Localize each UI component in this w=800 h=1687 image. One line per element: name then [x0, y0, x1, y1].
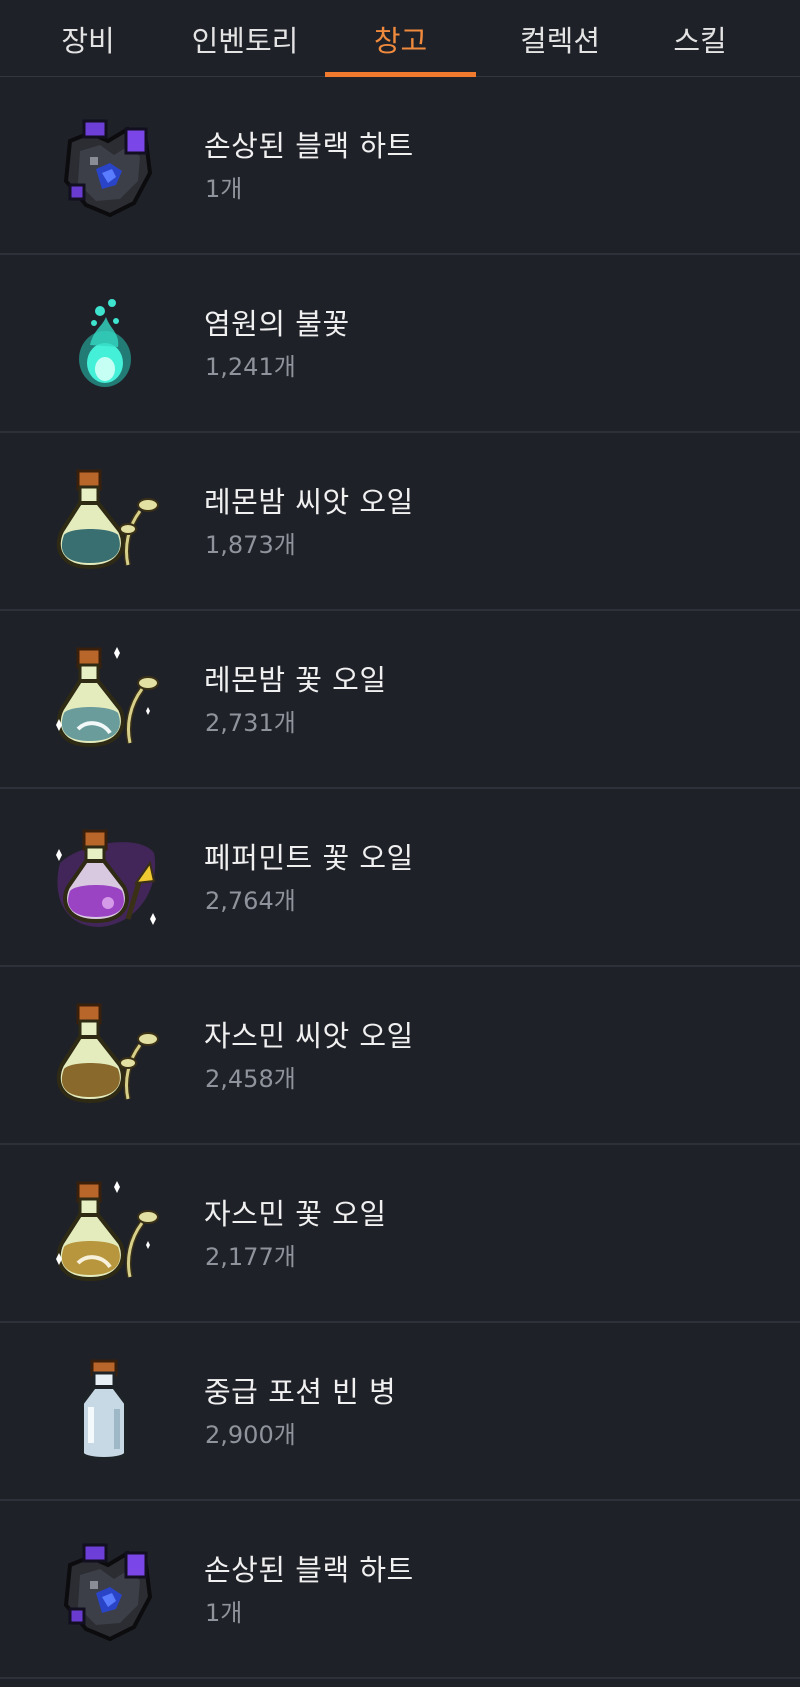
tab-collection[interactable]: 컬렉션 [480, 0, 640, 76]
tab-skill[interactable]: 스킬 [640, 0, 760, 76]
flower-oil-bottle-icon [50, 645, 160, 755]
storage-item-list: 손상된 블랙 하트 1개 염원의 불꽃 1,241개 레몬밤 씨앗 오일 1,8… [0, 77, 800, 1679]
list-item[interactable]: 손상된 블랙 하트 1개 [0, 77, 800, 255]
item-count: 1,873개 [205, 531, 296, 559]
list-item[interactable]: 자스민 씨앗 오일 2,458개 [0, 967, 800, 1145]
flame-icon [50, 289, 160, 399]
list-item[interactable]: 손상된 블랙 하트 1개 [0, 1501, 800, 1679]
item-name: 손상된 블랙 하트 [204, 1553, 414, 1587]
peppermint-oil-bottle-icon [50, 823, 160, 933]
empty-potion-bottle-icon [50, 1357, 160, 1467]
item-count: 2,764개 [205, 887, 296, 915]
item-name: 자스민 꽃 오일 [204, 1197, 387, 1231]
item-count: 2,177개 [205, 1243, 296, 1271]
item-name: 레몬밤 꽃 오일 [204, 663, 387, 697]
jasmine-seed-oil-bottle-icon [50, 1001, 160, 1111]
item-name: 염원의 불꽃 [204, 307, 350, 341]
item-name: 자스민 씨앗 오일 [204, 1019, 414, 1053]
tab-storage[interactable]: 창고 [325, 0, 476, 76]
tab-inventory[interactable]: 인벤토리 [165, 0, 325, 76]
seed-oil-bottle-icon [50, 467, 160, 577]
item-count: 1,241개 [205, 353, 296, 381]
jasmine-flower-oil-bottle-icon [50, 1179, 160, 1289]
list-item[interactable]: 중급 포션 빈 병 2,900개 [0, 1323, 800, 1501]
list-item[interactable]: 레몬밤 꽃 오일 2,731개 [0, 611, 800, 789]
item-name: 페퍼민트 꽃 오일 [204, 841, 414, 875]
tab-equipment[interactable]: 장비 [28, 0, 148, 76]
black-heart-icon [50, 111, 160, 221]
list-item[interactable]: 자스민 꽃 오일 2,177개 [0, 1145, 800, 1323]
list-item[interactable]: 레몬밤 씨앗 오일 1,873개 [0, 433, 800, 611]
list-item[interactable]: 염원의 불꽃 1,241개 [0, 255, 800, 433]
item-count: 2,900개 [205, 1421, 296, 1449]
item-count: 1개 [205, 175, 243, 203]
black-heart-icon [50, 1535, 160, 1645]
list-item[interactable]: 페퍼민트 꽃 오일 2,764개 [0, 789, 800, 967]
item-name: 손상된 블랙 하트 [204, 129, 414, 163]
item-count: 2,731개 [205, 709, 296, 737]
item-name: 레몬밤 씨앗 오일 [204, 485, 414, 519]
tab-bar: 장비 인벤토리 창고 컬렉션 스킬 [0, 0, 800, 77]
item-count: 1개 [205, 1599, 243, 1627]
item-count: 2,458개 [205, 1065, 296, 1093]
item-name: 중급 포션 빈 병 [204, 1375, 397, 1409]
